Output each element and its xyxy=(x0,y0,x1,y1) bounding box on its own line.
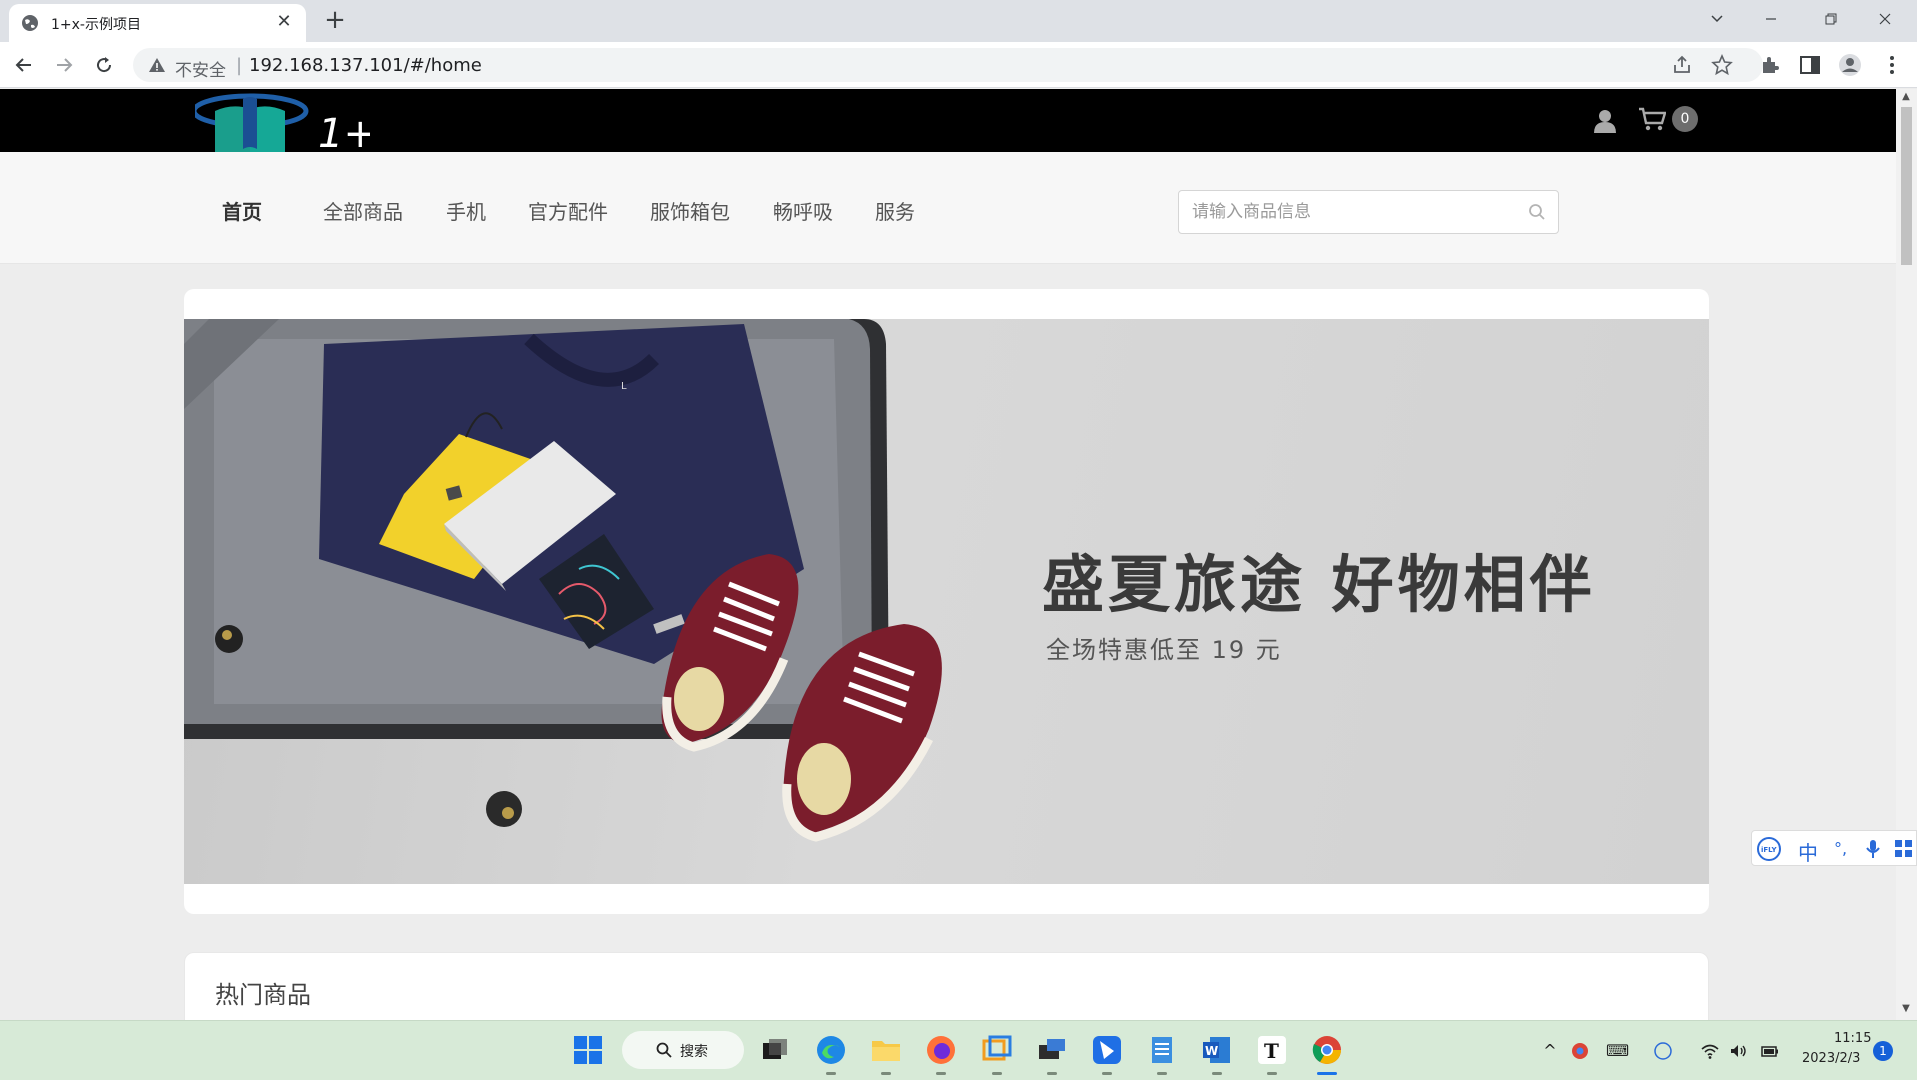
hero-banner[interactable]: L 盛夏旅途 好物相伴 全场特惠低至 19 元 xyxy=(184,319,1709,884)
wifi-icon[interactable] xyxy=(1700,1041,1720,1061)
site-header: 1+ 0 xyxy=(0,89,1896,157)
forward-button[interactable] xyxy=(49,50,79,80)
typora-icon[interactable]: T xyxy=(1255,1033,1289,1067)
side-panel-icon[interactable] xyxy=(1798,53,1822,77)
security-status[interactable]: 不安全 xyxy=(175,56,226,81)
nav-all-products[interactable]: 全部商品 xyxy=(323,196,403,225)
tab-title: 1+x-示例项目 xyxy=(51,17,141,33)
search-icon xyxy=(656,1042,672,1058)
scroll-up-arrow-icon[interactable]: ▲ xyxy=(1900,91,1912,102)
clock-date[interactable]: 2023/2/3 xyxy=(1802,1051,1860,1066)
tab-search-icon[interactable] xyxy=(1694,4,1740,34)
menu-kebab-icon[interactable] xyxy=(1880,53,1904,77)
notepad-icon[interactable] xyxy=(1145,1033,1179,1067)
browser-toolbar: 不安全 | 192.168.137.101/#/home xyxy=(0,42,1917,88)
ime-toolbar: iFLY 中 °, xyxy=(1751,830,1917,866)
running-indicator xyxy=(936,1072,946,1075)
word-icon[interactable]: W xyxy=(1200,1033,1234,1067)
running-indicator xyxy=(881,1072,891,1075)
browser-tab-strip: 1+x-示例项目 ✕ + xyxy=(0,0,1917,42)
page-scrollbar[interactable]: ▲ ▼ xyxy=(1896,89,1917,1020)
windows-taskbar: 搜索 W T ^ ⌨ 11:15 2023/2/3 1 xyxy=(0,1020,1917,1080)
reload-button[interactable] xyxy=(89,50,119,80)
running-indicator xyxy=(1102,1072,1112,1075)
section-title: 热门商品 xyxy=(215,981,311,1009)
svg-text:W: W xyxy=(1205,1044,1218,1058)
running-indicator xyxy=(1047,1072,1057,1075)
close-window-button[interactable] xyxy=(1862,4,1908,34)
close-tab-icon[interactable]: ✕ xyxy=(272,10,296,34)
battery-icon[interactable] xyxy=(1760,1041,1780,1061)
cart-icon[interactable] xyxy=(1638,107,1666,131)
extensions-icon[interactable] xyxy=(1758,53,1782,77)
browser-tab-active[interactable]: 1+x-示例项目 ✕ xyxy=(9,4,306,42)
nav-accessories[interactable]: 官方配件 xyxy=(528,196,608,225)
ime-punctuation[interactable]: °, xyxy=(1834,839,1847,858)
bookmark-star-icon[interactable] xyxy=(1711,54,1733,76)
clock-time[interactable]: 11:15 xyxy=(1834,1031,1871,1046)
show-hidden-icons-chevron-icon[interactable]: ^ xyxy=(1540,1041,1560,1061)
search-icon[interactable] xyxy=(1528,203,1546,221)
nav-phones[interactable]: 手机 xyxy=(446,196,486,225)
firefox-icon[interactable] xyxy=(924,1033,958,1067)
nav-home[interactable]: 首页 xyxy=(222,196,262,225)
taskbar-search-label: 搜索 xyxy=(680,1044,708,1060)
notification-count-badge[interactable]: 1 xyxy=(1873,1041,1893,1061)
chrome-tray-icon[interactable] xyxy=(1570,1041,1590,1061)
nav-breathe[interactable]: 畅呼吸 xyxy=(773,196,833,225)
nav-apparel-bags[interactable]: 服饰箱包 xyxy=(650,196,730,225)
new-tab-button[interactable]: + xyxy=(320,6,350,36)
running-indicator xyxy=(992,1072,1002,1075)
svg-text:1+: 1+ xyxy=(318,111,370,157)
back-button[interactable] xyxy=(9,50,39,80)
app-window-icon[interactable] xyxy=(980,1033,1014,1067)
banner-headline: 盛夏旅途 好物相伴 xyxy=(1042,548,1596,621)
nav-service[interactable]: 服务 xyxy=(875,196,915,225)
running-indicator xyxy=(1267,1072,1277,1075)
svg-text:iFLY: iFLY xyxy=(1761,846,1778,854)
edge-browser-icon[interactable] xyxy=(814,1033,848,1067)
ifly-logo-icon[interactable]: iFLY xyxy=(1756,836,1782,862)
main-nav: 首页 全部商品 手机 官方配件 服饰箱包 畅呼吸 服务 xyxy=(0,152,1896,264)
url-text[interactable]: 192.168.137.101/#/home xyxy=(249,55,482,76)
ime-chinese-mode[interactable]: 中 xyxy=(1798,837,1818,866)
ime-tray-icon[interactable]: ⌨ xyxy=(1606,1041,1629,1061)
ifly-tray-icon[interactable] xyxy=(1653,1041,1673,1061)
svg-text:T: T xyxy=(1264,1039,1279,1063)
profile-avatar-icon[interactable] xyxy=(1838,53,1862,77)
user-icon[interactable] xyxy=(1594,109,1616,133)
cart-count-badge[interactable]: 0 xyxy=(1672,106,1698,132)
running-indicator xyxy=(1212,1072,1222,1075)
svg-text:L: L xyxy=(621,381,627,392)
scroll-down-arrow-icon[interactable]: ▼ xyxy=(1900,1003,1912,1014)
warning-icon[interactable] xyxy=(147,55,167,75)
file-explorer-icon[interactable] xyxy=(869,1033,903,1067)
feishu-icon[interactable] xyxy=(1090,1033,1124,1067)
restore-button[interactable] xyxy=(1808,4,1854,34)
ime-apps-grid-icon[interactable] xyxy=(1894,839,1914,859)
scrollbar-thumb[interactable] xyxy=(1901,107,1912,265)
remote-desktop-icon[interactable] xyxy=(1035,1033,1069,1067)
banner-card: L 盛夏旅途 好物相伴 全场特惠低至 19 元 xyxy=(184,289,1709,914)
address-bar[interactable]: 不安全 | 192.168.137.101/#/home xyxy=(133,48,1763,82)
banner-subtitle: 全场特惠低至 19 元 xyxy=(1046,636,1282,664)
product-search xyxy=(1178,190,1559,234)
share-icon[interactable] xyxy=(1671,54,1693,76)
book-logo-icon: 1+ xyxy=(191,93,377,157)
url-divider: | xyxy=(236,55,243,76)
running-indicator xyxy=(826,1072,836,1075)
chrome-icon[interactable] xyxy=(1310,1033,1344,1067)
taskbar-search[interactable]: 搜索 xyxy=(622,1031,744,1069)
search-input[interactable] xyxy=(1179,191,1519,233)
globe-icon xyxy=(22,15,38,31)
task-view-icon[interactable] xyxy=(758,1033,792,1067)
site-logo[interactable]: 1+ xyxy=(191,89,377,157)
windows-start-icon[interactable] xyxy=(571,1033,605,1067)
microphone-icon[interactable] xyxy=(1865,839,1881,859)
volume-icon[interactable] xyxy=(1728,1041,1748,1061)
minimize-button[interactable] xyxy=(1748,4,1794,34)
running-indicator xyxy=(1157,1072,1167,1075)
active-app-indicator xyxy=(1317,1072,1337,1075)
